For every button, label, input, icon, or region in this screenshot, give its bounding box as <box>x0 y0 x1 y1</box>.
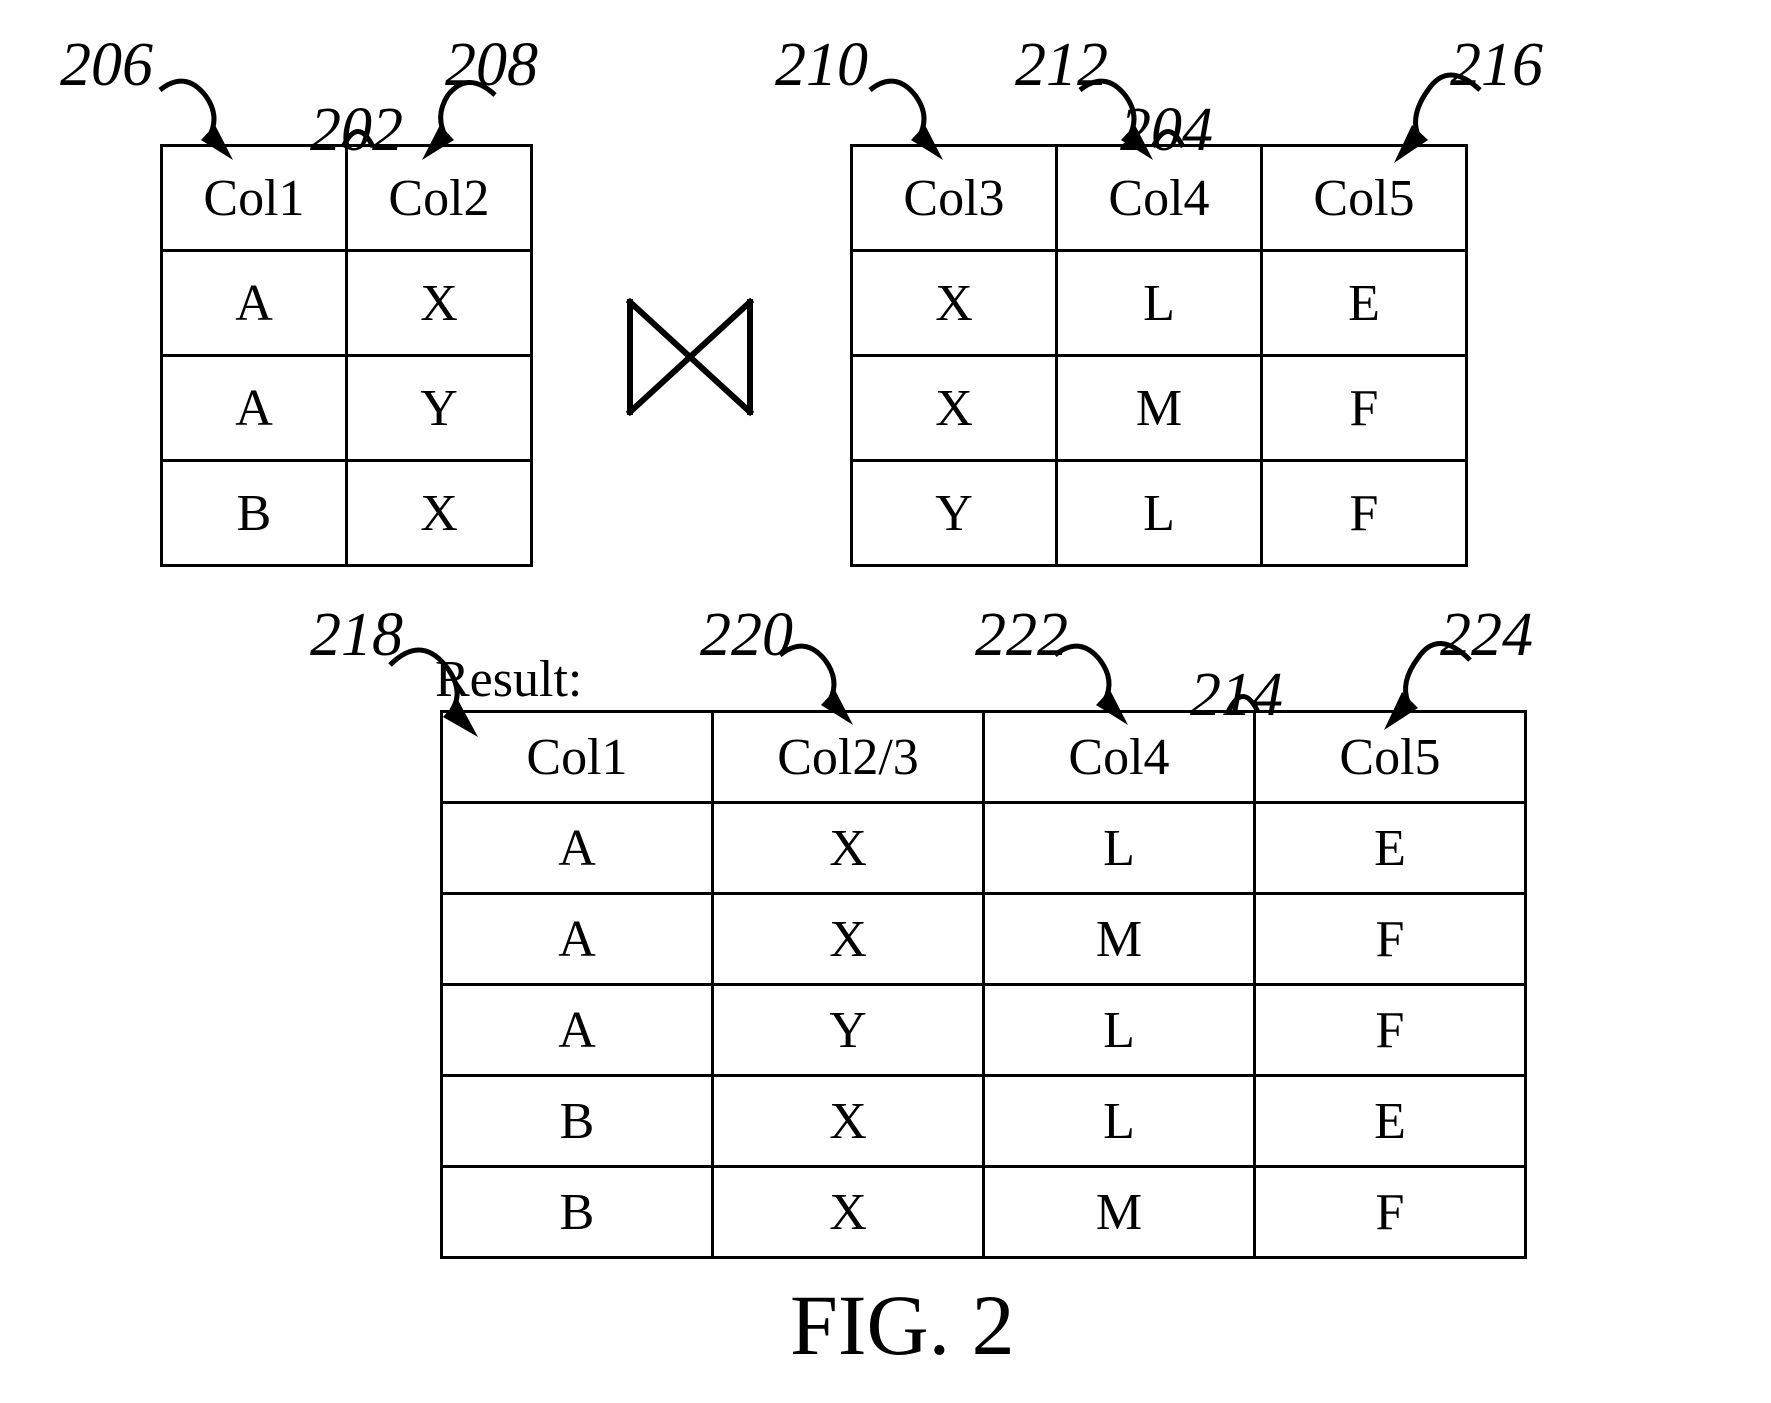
table-cell: L <box>984 1076 1255 1167</box>
callout-204: 204 <box>1120 95 1213 166</box>
table-cell: F <box>1262 461 1467 566</box>
table-cell: Y <box>347 356 532 461</box>
callout-210: 210 <box>775 30 868 101</box>
table-cell: F <box>1255 1167 1526 1258</box>
callout-216: 216 <box>1450 30 1543 101</box>
table-cell: M <box>1057 356 1262 461</box>
table-cell: E <box>1255 803 1526 894</box>
table-cell: X <box>713 894 984 985</box>
table-cell: B <box>162 461 347 566</box>
table-cell: A <box>162 356 347 461</box>
table-cell: L <box>1057 461 1262 566</box>
callout-218: 218 <box>310 600 403 671</box>
table-cell: A <box>442 803 713 894</box>
table-cell: L <box>984 985 1255 1076</box>
table-cell: X <box>852 356 1057 461</box>
callout-214: 214 <box>1190 660 1283 731</box>
result-label: Result: <box>435 650 582 709</box>
table-cell: A <box>442 985 713 1076</box>
result-col23-header: Col2/3 <box>713 712 984 803</box>
table-cell: Y <box>852 461 1057 566</box>
table-result: Col1 Col2/3 Col4 Col5 A X L E A X M F A … <box>440 710 1527 1259</box>
table-cell: F <box>1262 356 1467 461</box>
table-cell: Y <box>713 985 984 1076</box>
figure-caption: FIG. 2 <box>790 1275 1015 1375</box>
table2-col3-header: Col3 <box>852 146 1057 251</box>
diagram-stage: Col1 Col2 A X A Y B X 206 208 202 <box>0 0 1771 1403</box>
table-cell: F <box>1255 985 1526 1076</box>
callout-202: 202 <box>310 95 403 166</box>
callout-206: 206 <box>60 30 153 101</box>
callout-208: 208 <box>445 30 538 101</box>
table-cell: F <box>1255 894 1526 985</box>
table-cell: L <box>984 803 1255 894</box>
callout-222: 222 <box>975 600 1068 671</box>
table2-col5-header: Col5 <box>1262 146 1467 251</box>
table-cell: X <box>713 1076 984 1167</box>
table-cell: A <box>442 894 713 985</box>
callout-224: 224 <box>1440 600 1533 671</box>
table-2: Col3 Col4 Col5 X L E X M F Y L F <box>850 144 1468 567</box>
table-cell: X <box>713 1167 984 1258</box>
table-cell: X <box>347 251 532 356</box>
table-cell: M <box>984 894 1255 985</box>
result-col1-header: Col1 <box>442 712 713 803</box>
join-icon <box>620 292 760 422</box>
callout-212: 212 <box>1015 30 1108 101</box>
table-cell: X <box>713 803 984 894</box>
table-cell: X <box>852 251 1057 356</box>
table-cell: B <box>442 1076 713 1167</box>
table-cell: A <box>162 251 347 356</box>
table-1: Col1 Col2 A X A Y B X <box>160 144 533 567</box>
result-col5-header: Col5 <box>1255 712 1526 803</box>
table-cell: L <box>1057 251 1262 356</box>
table-cell: E <box>1255 1076 1526 1167</box>
table-cell: B <box>442 1167 713 1258</box>
callout-220: 220 <box>700 600 793 671</box>
table-cell: X <box>347 461 532 566</box>
table-cell: M <box>984 1167 1255 1258</box>
table-cell: E <box>1262 251 1467 356</box>
